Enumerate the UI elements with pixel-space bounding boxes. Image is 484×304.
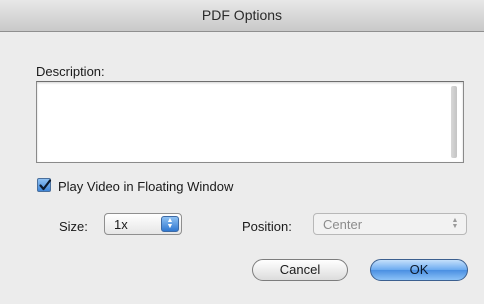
position-value: Center (323, 217, 363, 232)
updown-arrows-icon: ▲ ▼ (161, 216, 179, 232)
cancel-button[interactable]: Cancel (252, 259, 348, 281)
position-label: Position: (242, 219, 292, 234)
floating-window-label[interactable]: Play Video in Floating Window (58, 179, 233, 194)
ok-button[interactable]: OK (370, 259, 468, 281)
updown-arrows-icon: ▲ ▼ (451, 217, 459, 230)
floating-window-checkbox[interactable] (37, 178, 52, 192)
position-select[interactable]: Center ▲ ▼ (313, 213, 467, 235)
window-title: PDF Options (0, 0, 484, 32)
description-label: Description: (36, 64, 105, 79)
description-scrollbar[interactable] (451, 86, 457, 158)
size-label: Size: (59, 219, 88, 234)
size-select[interactable]: 1x ▲ ▼ (104, 213, 182, 235)
checkmark-icon (39, 179, 52, 191)
size-value: 1x (114, 217, 128, 232)
description-field[interactable] (36, 81, 464, 163)
